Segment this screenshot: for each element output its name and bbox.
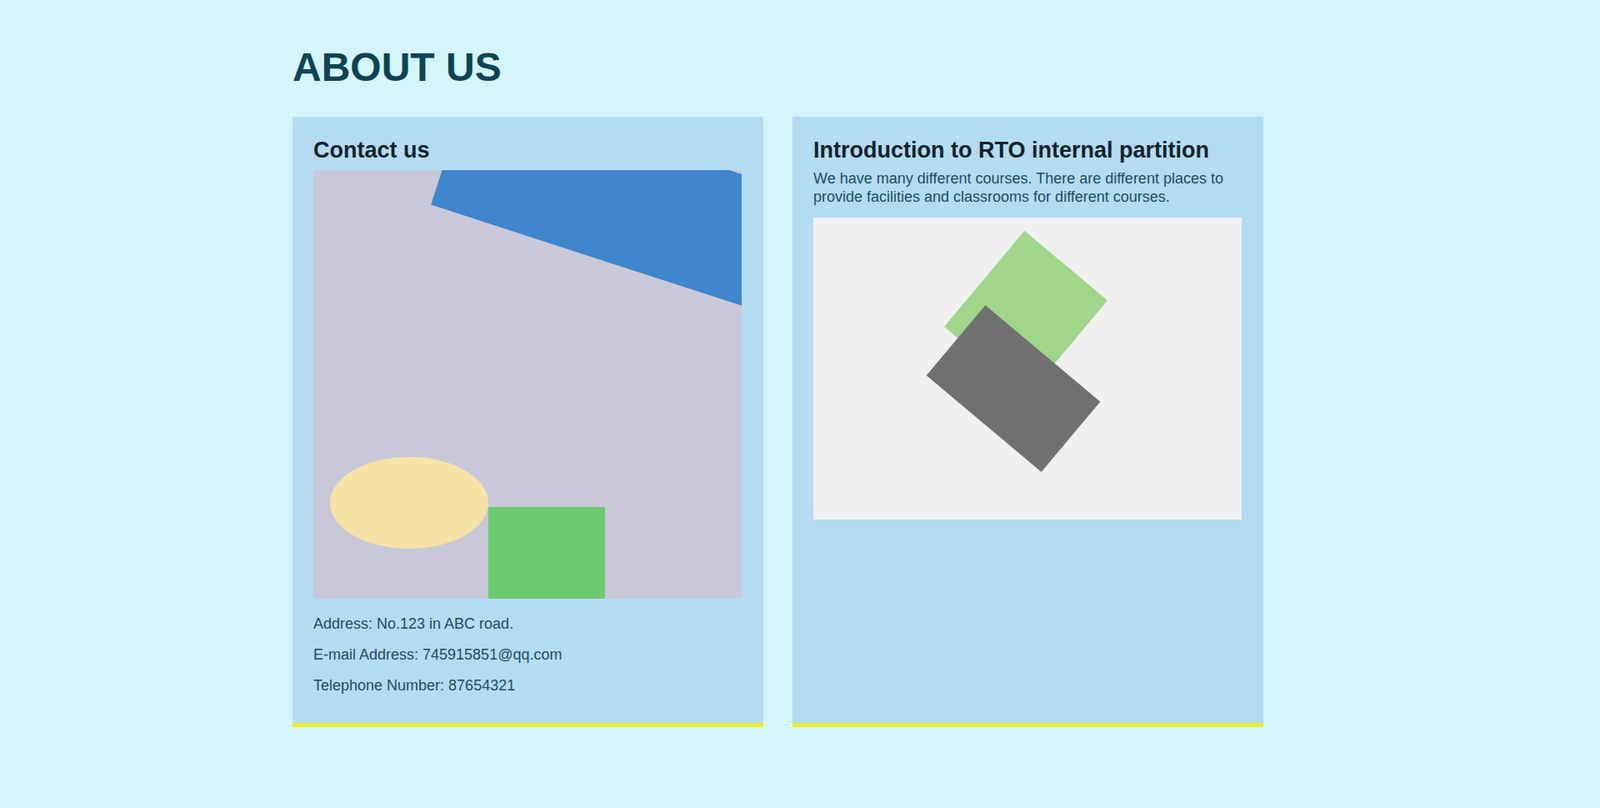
pond-shape xyxy=(330,456,489,549)
campus-illustration xyxy=(313,170,742,599)
contact-line: E-mail Address: 745915851@qq.com xyxy=(313,639,743,670)
lawn-shape xyxy=(488,506,605,599)
card-title: Contact us xyxy=(313,136,743,164)
contact-card: Contact us Address: No.123 in ABC road.E-… xyxy=(292,116,764,727)
river-shape xyxy=(430,170,742,313)
about-page: ABOUT US Contact us Address: No.123 in ABC… xyxy=(0,0,1600,808)
card-description: We have many different courses. There ar… xyxy=(813,170,1243,206)
about-section: ABOUT US Contact us Address: No.123 in ABC… xyxy=(292,43,1264,727)
campus-map xyxy=(813,217,1242,520)
intro-card: Introduction to RTO internal partition We… xyxy=(792,116,1264,727)
section-heading: ABOUT US xyxy=(292,43,1264,92)
card-grid: Contact us Address: No.123 in ABC road.E-… xyxy=(292,116,1264,727)
contact-line: Address: No.123 in ABC road. xyxy=(313,608,743,640)
card-title: Introduction to RTO internal partition xyxy=(813,136,1243,164)
contact-line: Telephone Number: 87654321 xyxy=(313,670,743,701)
